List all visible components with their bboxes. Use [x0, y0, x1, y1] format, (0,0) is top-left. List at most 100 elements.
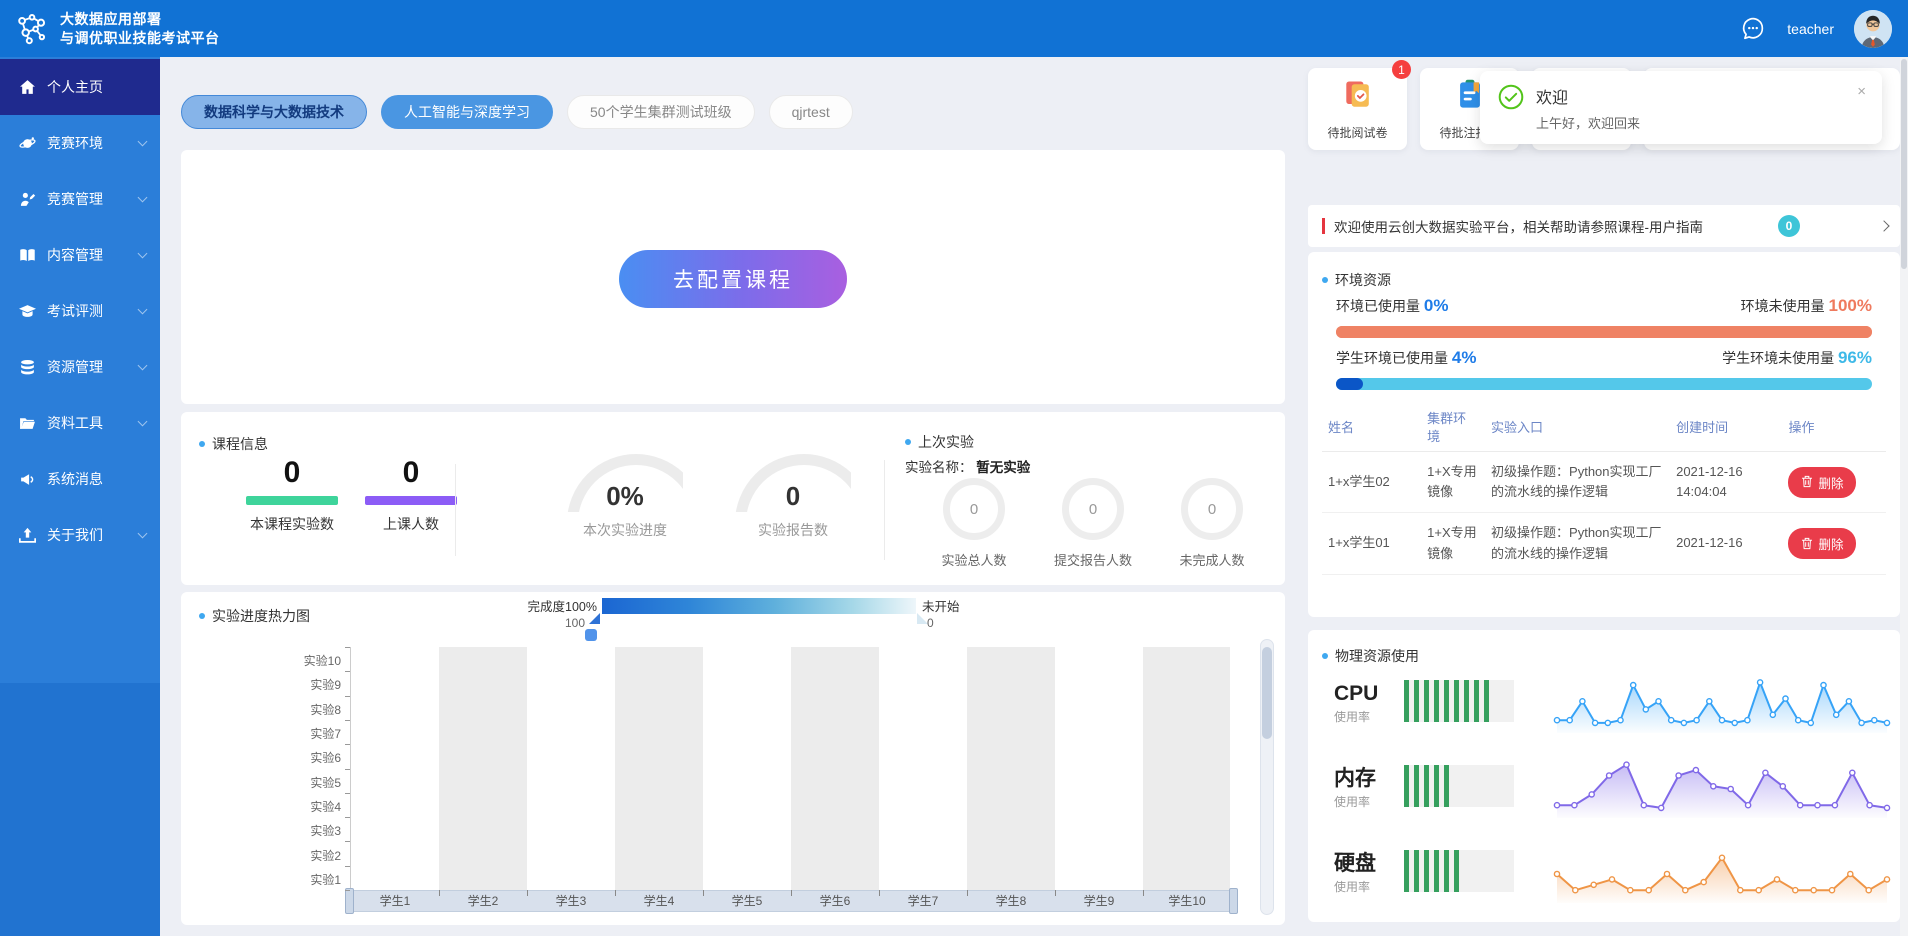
sidebar-item-data-tools[interactable]: 资料工具	[0, 395, 160, 451]
welcome-toast: 欢迎 上午好，欢迎回来 ×	[1480, 71, 1882, 144]
notice-text: 欢迎使用云创大数据实验平台，相关帮助请参照课程-用户指南	[1334, 216, 1703, 236]
username[interactable]: teacher	[1787, 21, 1834, 37]
stat-underline	[246, 496, 338, 505]
page-scrollbar-thumb[interactable]	[1901, 59, 1907, 269]
ring: 0	[943, 478, 1005, 540]
cpu-gauge	[1404, 680, 1514, 722]
chevron-down-icon	[138, 249, 148, 259]
sidebar-item-exam-evaluation[interactable]: 考试评测	[0, 283, 160, 339]
sidebar-item-resource-management[interactable]: 资源管理	[0, 339, 160, 395]
cell-time: 2021-12-16	[1670, 513, 1782, 574]
cell-name: 1+x学生01	[1322, 513, 1421, 574]
heatmap-y-label: 实验2	[181, 847, 341, 864]
tab-class-1[interactable]: 人工智能与深度学习	[381, 95, 553, 129]
heatmap-x-label: 学生8	[967, 891, 1055, 911]
column-header: 集群环境	[1421, 404, 1485, 452]
resource-name: 硬盘	[1334, 852, 1376, 875]
notice-bar[interactable]: 欢迎使用云创大数据实验平台，相关帮助请参照课程-用户指南 0	[1308, 205, 1900, 247]
top-header: 大数据应用部署 与调优职业技能考试平台 teacher	[0, 0, 1908, 57]
heatmap-x-label: 学生9	[1055, 891, 1143, 911]
heatmap-y-label: 实验3	[181, 822, 341, 839]
gauge-value: 0%	[567, 481, 683, 512]
memory-sparkline	[1552, 757, 1892, 821]
configure-course-button[interactable]: 去配置课程	[619, 250, 847, 308]
sidebar-item-label: 个人主页	[47, 77, 103, 97]
heatmap-y-label: 实验7	[181, 725, 341, 742]
close-icon[interactable]: ×	[1857, 83, 1866, 100]
env-used-segment	[1336, 326, 1872, 338]
trash-icon	[1801, 537, 1813, 551]
axis-tick	[345, 890, 350, 891]
sidebar-item-about-us[interactable]: 关于我们	[0, 507, 160, 563]
axis-tick	[345, 769, 350, 770]
legend-min-label: 未开始	[922, 596, 960, 615]
sidebar-item-personal-home[interactable]: 个人主页	[0, 59, 160, 115]
cell-time: 2021-12-16 14:04:04	[1670, 452, 1782, 513]
stat-label: 上课人数	[363, 514, 459, 534]
cpu-row: CPU 使用率	[1308, 678, 1900, 748]
graduation-cap-icon	[18, 302, 36, 320]
quick-card-label: 待批阅试卷	[1327, 124, 1387, 141]
tab-class-3[interactable]: qjrtest	[769, 95, 853, 129]
heatmap-x-scrollbar[interactable]: 学生1学生2学生3学生4学生5学生6学生7学生8学生9学生10	[350, 890, 1230, 912]
stat-value: 0	[244, 458, 340, 488]
notice-accent	[1322, 218, 1325, 234]
right-column: 待批阅试卷 1 待批注报告	[1308, 68, 1900, 936]
environment-card: 环境资源 环境已使用量 0% 环境未使用量 100% 学生环境已使用量 4% 学…	[1308, 252, 1900, 617]
heatmap-x-label: 学生2	[439, 891, 527, 911]
sidebar-item-label: 系统消息	[47, 469, 103, 489]
heatmap-y-label: 实验10	[181, 652, 341, 669]
chevron-right-icon[interactable]	[1878, 220, 1889, 231]
cell-entry[interactable]: 初级操作题：Python实现工厂的流水线的操作逻辑	[1485, 452, 1670, 513]
heatmap-x-label: 学生7	[879, 891, 967, 911]
sidebar-item-competition-management[interactable]: 竞赛管理	[0, 171, 160, 227]
datazoom-handle-right[interactable]	[1229, 888, 1238, 914]
axis-tick	[345, 744, 350, 745]
chevron-down-icon	[138, 137, 148, 147]
page-scrollbar[interactable]	[1900, 57, 1908, 936]
class-tabs: 数据科学与大数据技术人工智能与深度学习 50个学生集群测试班级 qjrtest	[181, 95, 853, 129]
heatmap-y-scrollbar-thumb[interactable]	[1262, 647, 1272, 739]
axis-tick	[345, 817, 350, 818]
messages-icon[interactable]	[1739, 15, 1767, 43]
tab-class-2[interactable]: 50个学生集群测试班级	[567, 95, 755, 129]
cell-entry[interactable]: 初级操作题：Python实现工厂的流水线的操作逻辑	[1485, 513, 1670, 574]
stat-class-size: 0 上课人数	[363, 458, 459, 534]
sidebar-item-label: 资料工具	[47, 413, 103, 433]
database-icon	[18, 358, 36, 376]
sidebar-item-system-messages[interactable]: 系统消息	[0, 451, 160, 507]
axis-tick	[791, 890, 792, 896]
sidebar-item-competition-environment[interactable]: 竞赛环境	[0, 115, 160, 171]
sidebar-item-content-management[interactable]: 内容管理	[0, 227, 160, 283]
axis-tick	[1143, 890, 1144, 896]
bullet-icon	[1322, 653, 1328, 659]
tab-class-0[interactable]: 数据科学与大数据技术	[181, 95, 367, 129]
axis-tick	[1055, 890, 1056, 896]
course-info-card: 课程信息 0 本课程实验数 0 上课人数 0% 本次实验进度 0	[181, 412, 1285, 585]
delete-button[interactable]: 删除	[1788, 467, 1856, 498]
badge-count: 1	[1392, 60, 1411, 79]
avatar[interactable]	[1854, 10, 1892, 48]
gauge-progress: 0% 本次实验进度	[550, 454, 700, 540]
sidebar-item-label: 资源管理	[47, 357, 103, 377]
heatmap-column	[527, 647, 615, 890]
datazoom-handle-left[interactable]	[345, 888, 354, 914]
bullet-icon	[905, 439, 911, 445]
pending-exam-papers-card[interactable]: 待批阅试卷 1	[1308, 68, 1407, 150]
datazoom-reset-icon[interactable]	[585, 629, 597, 641]
heatmap-column	[967, 647, 1055, 890]
heatmap-legend-gradient[interactable]	[602, 598, 916, 614]
axis-tick	[345, 696, 350, 697]
toast-title: 欢迎	[1536, 84, 1568, 108]
delete-button[interactable]: 删除	[1788, 528, 1856, 559]
sidebar-item-label: 关于我们	[47, 525, 103, 545]
sidebar: 个人主页竞赛环境竞赛管理内容管理考试评测资源管理资料工具系统消息关于我们	[0, 57, 160, 936]
legend-handle-left[interactable]	[589, 613, 600, 624]
axis-tick	[527, 890, 528, 896]
platform-title-line1: 大数据应用部署	[60, 10, 220, 28]
platform-title-line2: 与调优职业技能考试平台	[60, 29, 220, 47]
heatmap-x-label: 学生4	[615, 891, 703, 911]
legend-max-value: 100	[481, 616, 585, 630]
heatmap-y-label: 实验1	[181, 871, 341, 888]
chevron-down-icon	[138, 417, 148, 427]
